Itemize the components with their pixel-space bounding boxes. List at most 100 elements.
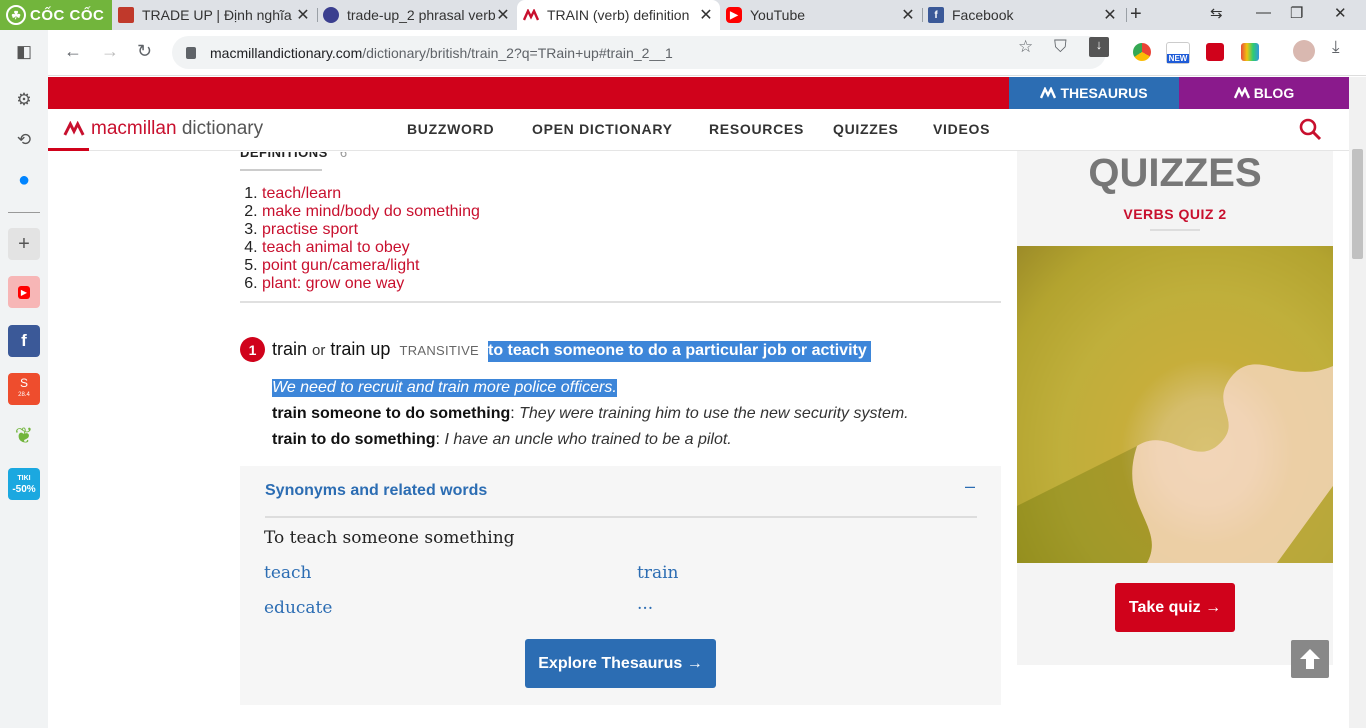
lock-icon — [186, 46, 196, 59]
scrollbar-thumb[interactable] — [1352, 149, 1363, 259]
more-synonyms-link[interactable]: ... — [637, 594, 653, 614]
brand-label: CỐC CỐC — [30, 6, 105, 24]
facebook-sidebar-icon[interactable]: f — [8, 325, 40, 357]
add-sidebar-app-icon[interactable]: + — [8, 228, 40, 260]
definition-link[interactable]: make mind/body do something — [262, 203, 480, 220]
maximize-icon[interactable]: ❐ — [1290, 4, 1303, 22]
coccoc-leaf-icon[interactable]: ❦ — [8, 420, 40, 452]
sidebar-divider — [8, 212, 40, 213]
definition-link[interactable]: point gun/camera/light — [262, 257, 419, 274]
tab-close-icon[interactable]: ✕ — [295, 5, 311, 25]
avatar[interactable] — [1293, 40, 1315, 62]
url-host: macmillandictionary.com — [210, 44, 363, 61]
back-icon[interactable]: ← — [64, 41, 82, 62]
tab-facebook[interactable]: f Facebook ✕ — [922, 0, 1124, 30]
forward-icon[interactable]: → — [101, 41, 119, 62]
tab-title: Facebook — [952, 7, 1014, 23]
page-scrollbar[interactable] — [1349, 77, 1366, 728]
synonym-link[interactable]: train — [637, 563, 678, 583]
bookmark-star-icon[interactable]: ☆ — [1018, 37, 1033, 57]
definition-link[interactable]: plant: grow one way — [262, 275, 404, 292]
quiz-subtitle[interactable]: VERBS QUIZ 2 — [1017, 206, 1333, 222]
tab-search-icon[interactable]: ⇆ — [1210, 4, 1223, 22]
tab-trade-up-phrasal[interactable]: trade-up_2 phrasal verb ✕ — [317, 0, 517, 30]
tab-close-icon[interactable]: ✕ — [698, 5, 714, 25]
address-input[interactable]: macmillandictionary.com/dictionary/briti… — [172, 36, 1106, 69]
macmillan-favicon-icon — [523, 7, 539, 23]
synonym-link[interactable]: educate — [264, 598, 332, 618]
coccoc-logo-icon: ☘ — [6, 5, 26, 25]
search-icon[interactable] — [1298, 117, 1322, 141]
blog-link[interactable]: BLOG — [1179, 77, 1349, 109]
tab-close-icon[interactable]: ✕ — [900, 5, 916, 25]
reload-icon[interactable]: ↻ — [137, 41, 152, 62]
synonyms-panel: Synonyms and related words – To teach so… — [240, 466, 1001, 705]
sidebar-toggle-icon[interactable]: ◧ — [8, 36, 40, 68]
messenger-icon[interactable]: ● — [8, 164, 40, 196]
tab-trade-up[interactable]: TRADE UP | Định nghĩa ✕ — [112, 0, 317, 30]
macmillan-logo-icon — [63, 121, 85, 136]
take-quiz-button[interactable]: Take quiz → — [1115, 583, 1235, 632]
nav-buzzword[interactable]: BUZZWORD — [407, 121, 494, 137]
new-ext-icon[interactable]: NEW — [1166, 42, 1190, 64]
tab-close-icon[interactable]: ✕ — [495, 5, 511, 25]
youtube-favicon-icon: ▶ — [726, 7, 742, 23]
explore-thesaurus-button[interactable]: Explore Thesaurus → — [525, 639, 716, 688]
headword: train — [272, 339, 308, 359]
example-pattern: train to do something — [272, 431, 436, 448]
thesaurus-link[interactable]: THESAURUS — [1009, 77, 1179, 109]
tab-youtube[interactable]: ▶ YouTube ✕ — [720, 0, 922, 30]
nav-videos[interactable]: VIDEOS — [933, 121, 990, 137]
headword-or: or — [312, 342, 326, 359]
list-item: practise sport — [262, 221, 480, 239]
example-pattern: train someone to do something — [272, 405, 511, 422]
definition-link[interactable]: teach animal to obey — [262, 239, 410, 256]
coccoc-brand-button[interactable]: ☘ CỐC CỐC — [0, 0, 112, 30]
settings-gear-icon[interactable]: ⚙ — [8, 84, 40, 116]
download-icon[interactable]: ⤓ — [1332, 37, 1340, 57]
shield-icon[interactable]: ⛉ — [1054, 37, 1067, 57]
tiki-sidebar-icon[interactable]: TIKI -50% — [8, 468, 40, 500]
new-tab-button[interactable]: + — [1130, 3, 1142, 26]
color-ext-icon[interactable] — [1241, 43, 1259, 61]
shopee-sidebar-icon[interactable]: S 28.4 — [8, 373, 40, 405]
back-to-top-button[interactable] — [1291, 640, 1329, 678]
list-item: make mind/body do something — [262, 203, 480, 221]
tiki-discount: -50% — [12, 484, 36, 495]
example-sentence: I have an uncle who trained to be a pilo… — [444, 431, 732, 448]
red-ext-icon[interactable] — [1206, 43, 1224, 61]
tab-title: TRADE UP | Định nghĩa — [142, 7, 292, 23]
example-sentence: We need to recruit and train more police… — [272, 379, 617, 397]
url-path: /dictionary/british/train_2?q=TRain+up#t… — [362, 44, 673, 61]
chrome-ext-icon[interactable] — [1133, 43, 1151, 61]
synonyms-title[interactable]: Synonyms and related words — [265, 482, 487, 500]
blog-label: BLOG — [1253, 85, 1295, 101]
synonym-link[interactable]: teach — [264, 563, 312, 583]
nav-accent — [48, 148, 89, 151]
youtube-sidebar-icon[interactable]: ▶ — [8, 276, 40, 308]
close-window-icon[interactable]: ✕ — [1334, 4, 1347, 22]
tab-title: trade-up_2 phrasal verb — [347, 7, 495, 23]
list-item: teach animal to obey — [262, 239, 480, 257]
thesaurus-label: THESAURUS — [1060, 85, 1148, 101]
tab-train-definition[interactable]: TRAIN (verb) definition ✕ — [517, 0, 720, 30]
site-logo[interactable]: macmillan dictionary — [63, 118, 263, 140]
minimize-icon[interactable]: — — [1256, 4, 1271, 21]
address-toolbar: ← → ↻ macmillandictionary.com/dictionary… — [48, 30, 1366, 76]
tab-close-icon[interactable]: ✕ — [1102, 5, 1118, 25]
history-icon[interactable]: ⟲ — [8, 124, 40, 156]
logo-text-product: dictionary — [181, 118, 264, 139]
nav-resources[interactable]: RESOURCES — [709, 121, 804, 137]
collapse-toggle[interactable]: – — [965, 476, 975, 497]
quiz-divider — [1150, 229, 1200, 231]
download-ext-icon[interactable]: ↓ — [1089, 37, 1109, 57]
definition-link[interactable]: teach/learn — [262, 185, 341, 202]
nav-open-dictionary[interactable]: OPEN DICTIONARY — [532, 121, 673, 137]
definitions-divider — [240, 301, 1001, 303]
site-navigation: macmillan dictionary BUZZWORD OPEN DICTI… — [48, 109, 1349, 151]
arrow-up-icon — [1300, 649, 1320, 669]
definition-link[interactable]: practise sport — [262, 221, 358, 238]
list-item: teach/learn — [262, 185, 480, 203]
tab-divider — [1126, 8, 1127, 22]
nav-quizzes[interactable]: QUIZZES — [833, 121, 899, 137]
